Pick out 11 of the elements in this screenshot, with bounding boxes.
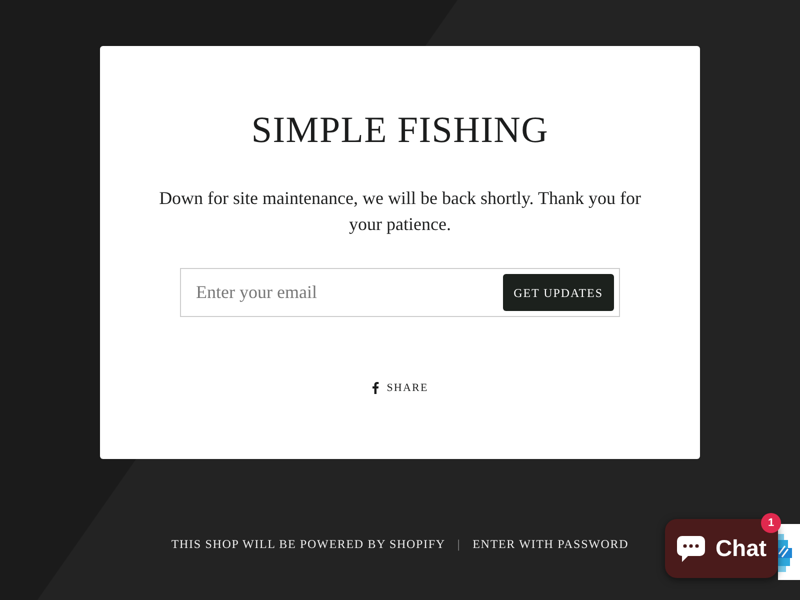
- get-updates-button[interactable]: GET UPDATES: [502, 274, 614, 311]
- facebook-icon: [372, 382, 379, 394]
- footer-separator: |: [456, 536, 462, 552]
- unread-badge: 1: [761, 513, 781, 533]
- shop-title: SIMPLE FISHING: [251, 110, 549, 152]
- footer-note: THIS SHOP WILL BE POWERED BY SHOPIFY: [171, 536, 446, 552]
- share-link[interactable]: SHARE: [372, 380, 428, 396]
- chat-bubble-icon: [676, 534, 706, 562]
- app-widget-icon: [778, 524, 800, 580]
- password-link[interactable]: ENTER WITH PASSWORD: [472, 536, 629, 552]
- maintenance-message: Down for site maintenance, we will be back shortly. Thank you for your patience.: [158, 187, 642, 236]
